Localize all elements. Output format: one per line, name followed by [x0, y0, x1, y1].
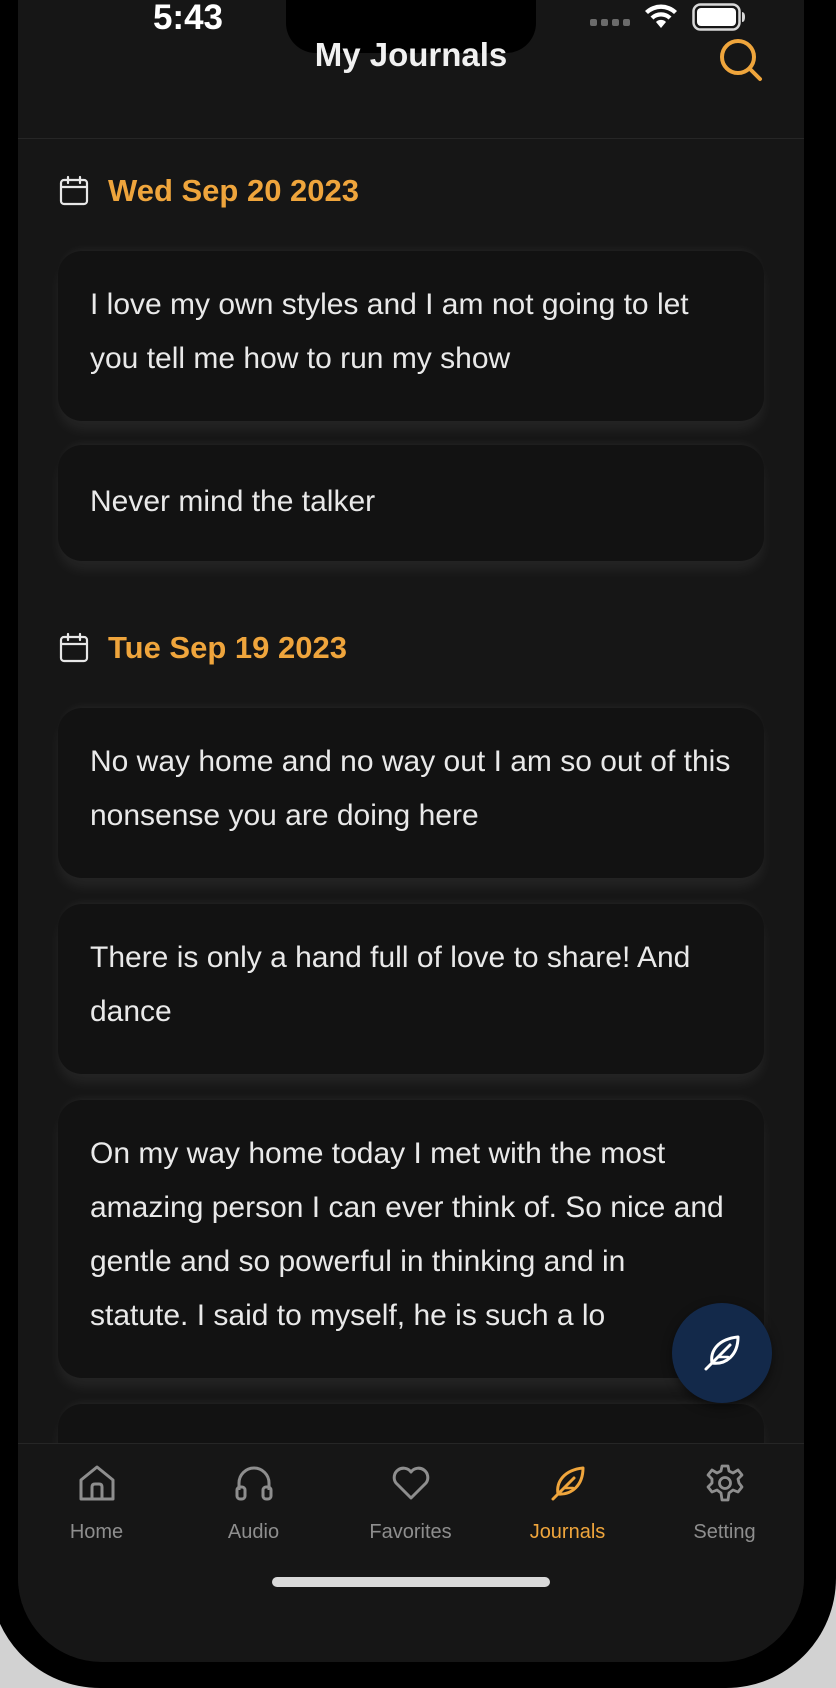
feather-pen-icon: [704, 1335, 740, 1371]
date-label: Tue Sep 19 2023: [108, 630, 347, 665]
tab-setting[interactable]: Setting: [646, 1444, 803, 1564]
tab-audio[interactable]: Audio: [175, 1444, 332, 1564]
journal-entry-card[interactable]: On my way home today I met with the most…: [58, 1100, 764, 1378]
tab-label: Audio: [227, 1521, 280, 1543]
journal-entry-text: No way home and no way out I am so out o…: [90, 745, 731, 832]
date-header: Tue Sep 19 2023: [58, 628, 347, 668]
search-button[interactable]: [718, 37, 764, 83]
date-header: Wed Sep 20 2023: [58, 171, 359, 211]
calendar-icon: [59, 175, 89, 206]
journal-entry-card[interactable]: No way home and no way out I am so out o…: [58, 708, 764, 878]
new-journal-button[interactable]: [672, 1303, 772, 1403]
page-title: My Journals: [314, 36, 508, 73]
journal-entry-text: On my way home today I met with the most…: [90, 1137, 724, 1332]
tab-journals[interactable]: Journals: [489, 1444, 646, 1564]
search-icon: [720, 39, 762, 81]
app-screen: 5:43 My Journals Wed Sep 20 2023 I love …: [18, 0, 804, 1662]
tab-label: Journals: [529, 1521, 606, 1543]
tab-home[interactable]: Home: [18, 1444, 175, 1564]
journal-entry-card[interactable]: [58, 1404, 764, 1444]
tab-favorites[interactable]: Favorites: [332, 1444, 489, 1564]
journal-entry-text: There is only a hand full of love to sha…: [90, 941, 691, 1028]
tab-label: Favorites: [369, 1521, 452, 1543]
home-icon: [79, 1465, 115, 1501]
calendar-icon: [59, 632, 89, 663]
tab-label: Setting: [693, 1521, 756, 1543]
journal-list[interactable]: Wed Sep 20 2023 I love my own styles and…: [18, 139, 804, 1444]
gear-icon: [706, 1464, 744, 1502]
journal-entry-text: I love my own styles and I am not going …: [90, 288, 689, 375]
journal-entry-text: Never mind the talker: [90, 485, 376, 518]
journal-entry-card[interactable]: I love my own styles and I am not going …: [58, 251, 764, 421]
tab-label: Home: [69, 1521, 124, 1543]
headphones-icon: [235, 1466, 273, 1501]
date-label: Wed Sep 20 2023: [108, 173, 360, 208]
heart-icon: [392, 1466, 430, 1500]
home-indicator: [272, 1577, 550, 1587]
feather-icon: [551, 1466, 585, 1501]
journal-entry-card[interactable]: Never mind the talker: [58, 445, 764, 561]
journal-entry-card[interactable]: There is only a hand full of love to sha…: [58, 904, 764, 1074]
